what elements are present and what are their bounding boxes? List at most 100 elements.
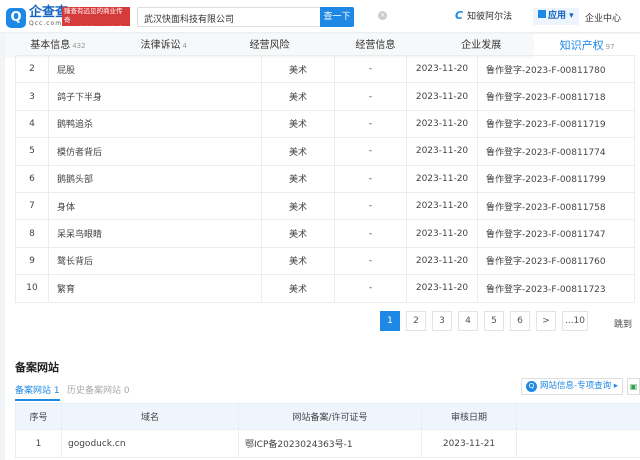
work-type: 美术 bbox=[261, 219, 335, 248]
content-panel: 2 屁股 美术 -2023-11-20 鲁作登字-2023-F-00811780 3 鸽子下… bbox=[5, 54, 640, 460]
app-label: 应用 bbox=[548, 11, 567, 21]
table-row: 7 身体 美术 -2023-11-20 鲁作登字-2023-F-00811758 bbox=[15, 191, 635, 221]
work-type: 美术 bbox=[261, 274, 335, 303]
table-row: 9 鹜长背后 美术 -2023-11-20 鲁作登字-2023-F-00811760 bbox=[15, 246, 635, 276]
column-header bbox=[516, 403, 640, 430]
work-type: 美术 bbox=[261, 164, 335, 193]
register-number: 鲁作登字-2023-F-00811719 bbox=[477, 109, 635, 139]
website-info-button[interactable]: Q 网站信息-专项查询 ▸ bbox=[521, 378, 624, 395]
zhibo-label: 知彼阿尔法 bbox=[467, 12, 513, 22]
work-extra: - bbox=[334, 82, 407, 111]
work-name: 鹅鸭追杀 bbox=[48, 109, 262, 139]
logo-icon: Q bbox=[6, 7, 26, 28]
row-number: 2 bbox=[15, 54, 49, 84]
work-extra: - bbox=[334, 219, 407, 248]
row-number: 3 bbox=[15, 82, 49, 111]
work-extra: - bbox=[334, 164, 407, 193]
clear-icon[interactable]: × bbox=[378, 11, 387, 20]
page-3[interactable]: 3 bbox=[432, 311, 452, 331]
table-row: 6 鹅鹅头部 美术 -2023-11-20 鲁作登字-2023-F-00811799 bbox=[15, 164, 635, 193]
page-5[interactable]: 5 bbox=[484, 311, 504, 331]
search-input[interactable]: 武汉快面科技有限公司 bbox=[137, 7, 321, 27]
page-6[interactable]: 6 bbox=[510, 311, 530, 331]
search-button[interactable]: 查一下 bbox=[320, 7, 354, 27]
register-number: 鲁作登字-2023-F-00811780 bbox=[477, 54, 635, 84]
website-table: 序号 域名 网站备案/许可证号 审核日期 1 gogoduck.cn 鄂ICP备… bbox=[15, 403, 640, 458]
zhibo-link[interactable]: C 知彼阿尔法 bbox=[455, 9, 512, 22]
register-number: 鲁作登字-2023-F-00811747 bbox=[477, 219, 635, 248]
tab-label: 经营信息 bbox=[355, 40, 396, 51]
app-menu-button[interactable]: 应用 ▾ bbox=[533, 8, 579, 25]
work-name: 鸽子下半身 bbox=[48, 82, 262, 111]
work-name: 屁股 bbox=[48, 54, 262, 84]
search-icon: Q bbox=[526, 381, 537, 392]
work-name: 鹅鹅头部 bbox=[48, 164, 262, 193]
tab-count: 432 bbox=[72, 42, 86, 50]
table-row: 3 鸽子下半身 美术 -2023-11-20 鲁作登字-2023-F-00811718 bbox=[15, 82, 635, 111]
tab-label: 知识产权 bbox=[559, 39, 604, 52]
work-extra: - bbox=[334, 109, 407, 139]
table-row: 4 鹅鸭追杀 美术 -2023-11-20 鲁作登字-2023-F-00811719 bbox=[15, 109, 635, 139]
page-2[interactable]: 2 bbox=[406, 311, 426, 331]
work-type: 美术 bbox=[261, 109, 335, 139]
register-date: 2023-11-20 bbox=[406, 274, 478, 303]
ip-table: 2 屁股 美术 -2023-11-20 鲁作登字-2023-F-00811780 3 鸽子下… bbox=[15, 54, 635, 303]
register-date: 2023-11-20 bbox=[406, 82, 478, 111]
register-number: 鲁作登字-2023-F-00811799 bbox=[477, 164, 635, 193]
work-extra: - bbox=[334, 274, 407, 303]
table-row: 2 屁股 美术 -2023-11-20 鲁作登字-2023-F-00811780 bbox=[15, 54, 635, 84]
row-number: 9 bbox=[15, 246, 49, 276]
row-number: 8 bbox=[15, 219, 49, 248]
register-date: 2023-11-20 bbox=[406, 219, 478, 248]
empty-cell bbox=[516, 429, 640, 458]
enterprise-center-link[interactable]: 企业中心 bbox=[585, 11, 621, 24]
row-number: 6 bbox=[15, 164, 49, 193]
tab-website[interactable]: 备案网站 1 bbox=[15, 383, 60, 401]
tab-label: 企业发展 bbox=[461, 40, 502, 51]
tab-label: 经营风险 bbox=[249, 40, 290, 51]
pagination: 1 2 3 4 5 6 > ...10 bbox=[380, 311, 588, 331]
work-extra: - bbox=[334, 54, 407, 84]
work-type: 美术 bbox=[261, 246, 335, 276]
grid-icon bbox=[538, 10, 546, 18]
register-number: 鲁作登字-2023-F-00811718 bbox=[477, 82, 635, 111]
register-date: 2023-11-20 bbox=[406, 54, 478, 84]
work-name: 繁育 bbox=[48, 274, 262, 303]
tab-count: 4 bbox=[182, 42, 187, 50]
column-header: 序号 bbox=[15, 403, 62, 430]
work-name: 鹜长背后 bbox=[48, 246, 262, 276]
work-extra: - bbox=[334, 191, 407, 221]
work-name: 模仿者背后 bbox=[48, 137, 262, 166]
row-number: 1 bbox=[15, 429, 62, 458]
register-date: 2023-11-20 bbox=[406, 246, 478, 276]
jump-label: 跳到 bbox=[614, 320, 633, 330]
work-name: 身体 bbox=[48, 191, 262, 221]
section-title: 备案网站 bbox=[15, 361, 59, 374]
row-number: 7 bbox=[15, 191, 49, 221]
column-header: 域名 bbox=[61, 403, 239, 430]
table-row: 10 繁育 美术 -2023-11-20 鲁作登字-2023-F-00811723 bbox=[15, 274, 635, 303]
page-1[interactable]: 1 bbox=[380, 311, 400, 331]
work-name: 呆呆鸟眼睛 bbox=[48, 219, 262, 248]
register-date: 2023-11-20 bbox=[406, 191, 478, 221]
work-type: 美术 bbox=[261, 137, 335, 166]
review-date: 2023-11-21 bbox=[421, 429, 517, 458]
register-date: 2023-11-20 bbox=[406, 137, 478, 166]
row-number: 4 bbox=[15, 109, 49, 139]
next-page-button[interactable]: > bbox=[536, 311, 556, 331]
register-number: 鲁作登字-2023-F-00811723 bbox=[477, 274, 635, 303]
register-number: 鲁作登字-2023-F-00811758 bbox=[477, 191, 635, 221]
logo[interactable]: Q 企查查 Qcc.com bbox=[6, 6, 68, 29]
tab-history-website[interactable]: 历史备案网站 0 bbox=[67, 383, 130, 396]
table-row: 5 模仿者背后 美术 -2023-11-20 鲁作登字-2023-F-00811774 bbox=[15, 137, 635, 166]
slogan-banner: 臻查有远见的商业传奇全国企业信用查询系统 bbox=[62, 7, 130, 42]
website-info-label: 网站信息-专项查询 ▸ bbox=[540, 381, 619, 391]
table-row: 8 呆呆鸟眼睛 美术 -2023-11-20 鲁作登字-2023-F-00811747 bbox=[15, 219, 635, 248]
last-page-button[interactable]: ...10 bbox=[562, 311, 588, 331]
slogan-line: 臻查有远见的商业传奇 bbox=[64, 7, 123, 24]
register-number: 鲁作登字-2023-F-00811774 bbox=[477, 137, 635, 166]
excel-export-icon[interactable]: ▣ bbox=[627, 378, 640, 395]
page-4[interactable]: 4 bbox=[458, 311, 478, 331]
domain-link[interactable]: gogoduck.cn bbox=[61, 429, 239, 458]
row-number: 10 bbox=[15, 274, 49, 303]
